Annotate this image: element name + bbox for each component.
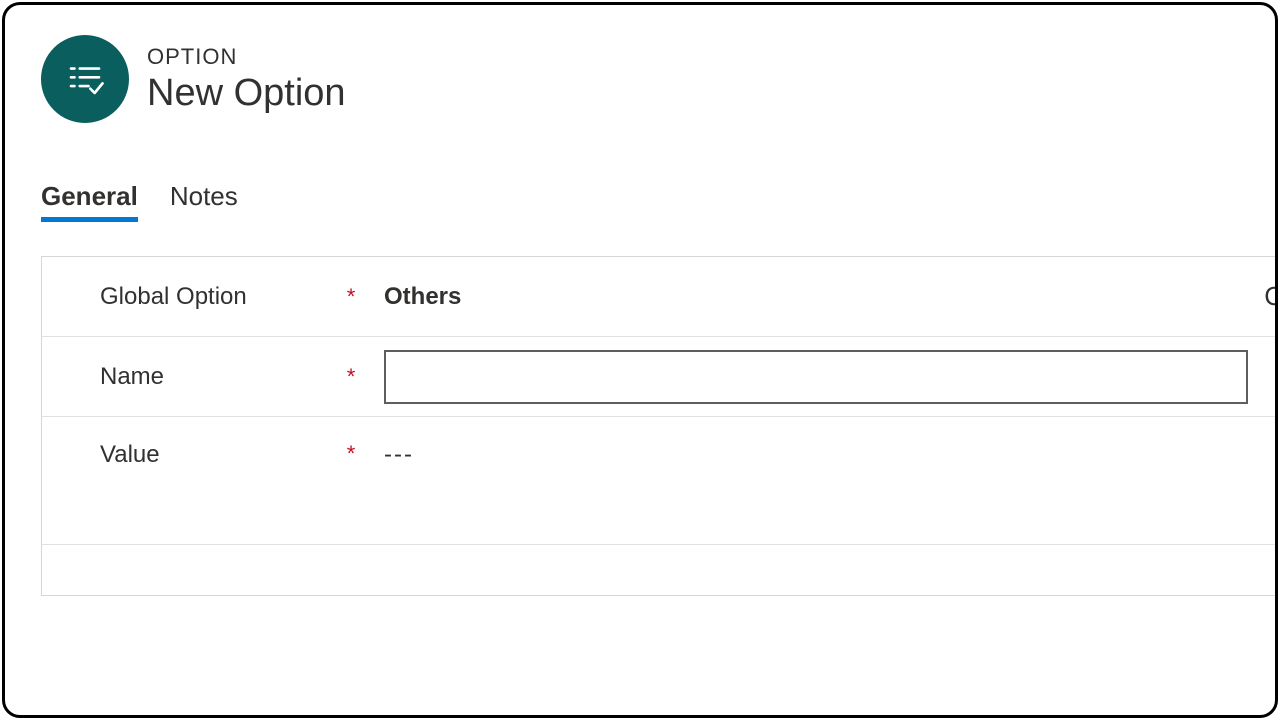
value-cell-global-option: Others [362,283,1275,311]
required-mark-name: * [340,364,362,390]
header-text-block: OPTION New Option [147,44,346,115]
label-global-option: Global Option [100,283,340,311]
tab-bar: General Notes [5,123,1275,222]
window-frame: OPTION New Option General Notes Global O… [2,2,1278,718]
label-value: Value [100,441,340,469]
row-global-option: Global Option * Others C [42,257,1275,337]
option-list-icon [64,58,106,100]
lookup-global-option[interactable]: Others [384,283,461,311]
page-header: OPTION New Option [5,5,1275,123]
tab-general[interactable]: General [41,181,138,222]
row-value: Value * --- [42,417,1275,545]
entity-type-label: OPTION [147,44,346,70]
value-cell-value[interactable]: --- [362,441,1275,469]
required-mark-global-option: * [340,284,362,310]
value-placeholder: --- [384,441,414,469]
tab-notes[interactable]: Notes [170,181,238,222]
label-name: Name [100,363,340,391]
value-cell-name [362,350,1275,404]
page-title: New Option [147,72,346,115]
entity-icon-circle [41,35,129,123]
row-name: Name * [42,337,1275,417]
required-mark-value: * [340,441,362,467]
lookup-open-icon[interactable]: C [1264,281,1278,312]
row-empty [42,545,1275,595]
form-container: Global Option * Others C Name * Value * … [41,256,1275,596]
name-input[interactable] [384,350,1248,404]
